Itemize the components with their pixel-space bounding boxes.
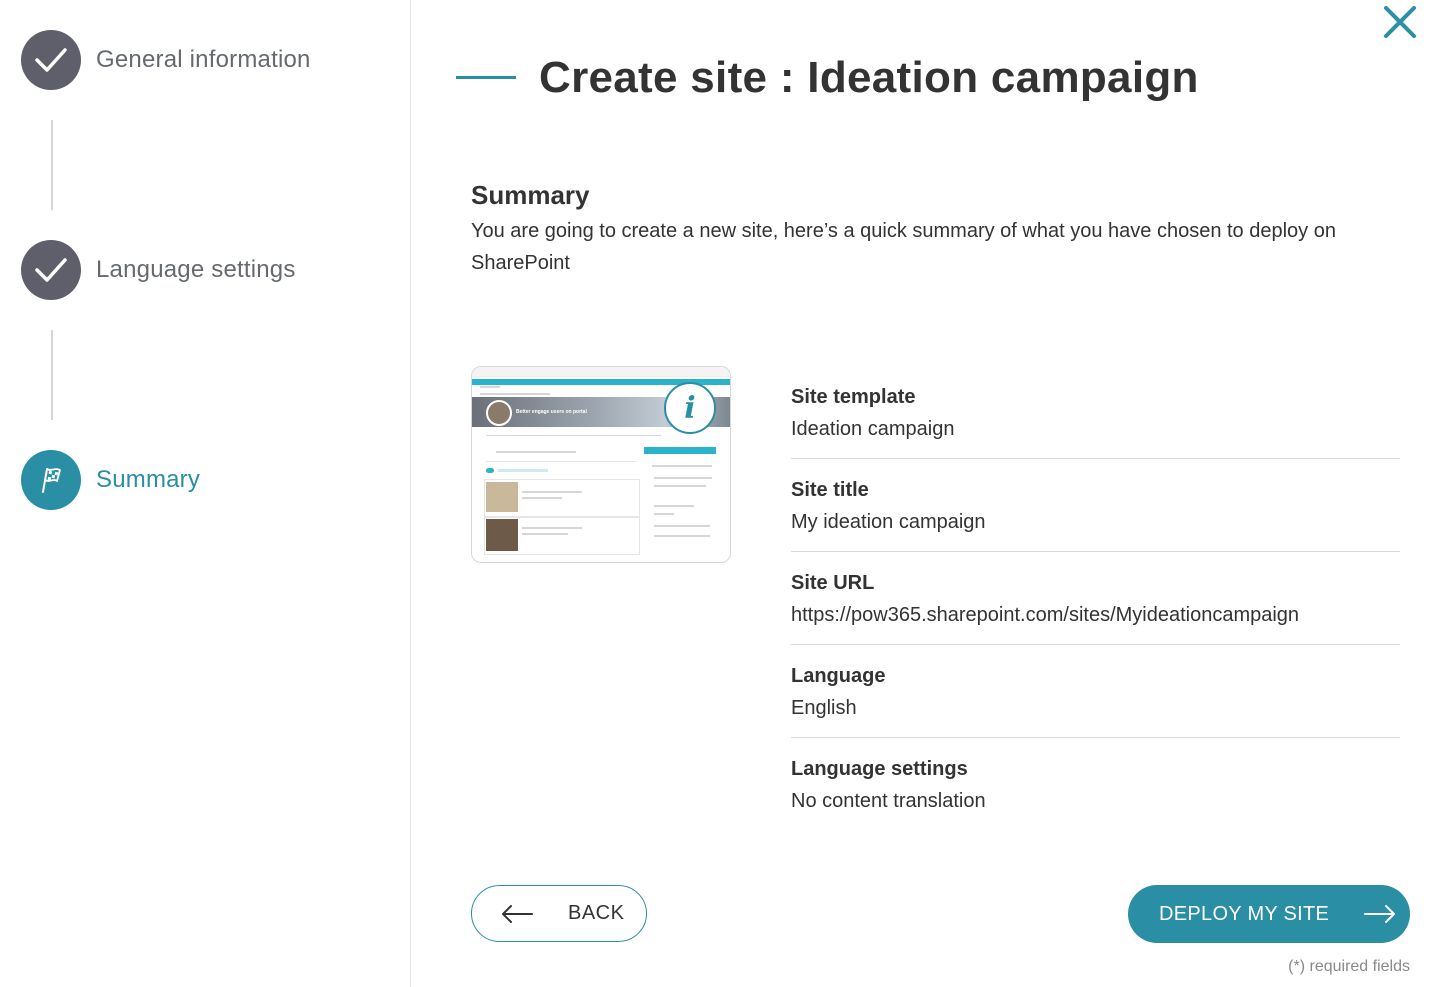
close-icon [1384,6,1416,38]
info-icon: i [664,382,716,434]
back-button-label: BACK [568,902,625,924]
detail-language: Language English [791,645,1400,738]
step-label: General information [96,46,311,73]
check-icon [35,258,67,282]
deploy-my-site-button[interactable]: DEPLOY MY SITE [1128,885,1410,943]
detail-key: Language settings [791,758,968,780]
detail-site-title: Site title My ideation campaign [791,459,1400,552]
back-button[interactable]: BACK [471,885,647,942]
step-label: Summary [96,466,201,493]
arrow-left-icon [502,904,533,923]
detail-value: https://pow365.sharepoint.com/sites/Myid… [791,604,1300,626]
preview-banner-text: Better engage users on portal [516,409,587,415]
step-language-settings[interactable]: Language settings [21,240,296,300]
detail-site-url: Site URL https://pow365.sharepoint.com/s… [791,552,1400,645]
step-complete-badge [21,30,81,90]
arrow-right-icon [1364,905,1396,923]
close-button[interactable] [1380,2,1420,42]
required-fields-note: (*) required fields [1288,958,1410,975]
detail-value: English [791,697,857,719]
step-active-badge [21,450,81,510]
summary-description: You are going to create a new site, here… [471,220,1336,274]
summary-details: Site template Ideation campaign Site tit… [791,366,1400,831]
site-template-preview: Better engage users on portal i [471,366,731,563]
preview-avatar [486,400,512,426]
detail-site-template: Site template Ideation campaign [791,366,1400,459]
detail-language-settings: Language settings No content translation [791,738,1400,831]
deploy-button-label: DEPLOY MY SITE [1159,902,1330,925]
checkered-flag-icon [42,468,61,493]
step-complete-badge [21,240,81,300]
detail-key: Site URL [791,572,875,594]
step-connector [51,330,53,420]
detail-key: Language [791,665,886,687]
detail-value: Ideation campaign [791,418,955,440]
step-connector [51,120,53,210]
detail-value: No content translation [791,790,986,812]
detail-key: Site title [791,479,869,501]
preview-topbar [472,367,730,377]
summary-heading: Summary [471,180,590,210]
step-general-information[interactable]: General information [21,30,311,90]
title-accent-line [456,76,516,79]
check-icon [35,48,67,72]
detail-value: My ideation campaign [791,511,986,533]
page-title: Create site : Ideation campaign [539,53,1199,102]
step-label: Language settings [96,256,296,283]
wizard-steps-sidebar: General information Language settings Su… [0,0,411,987]
step-summary[interactable]: Summary [21,450,200,510]
detail-key: Site template [791,386,916,408]
